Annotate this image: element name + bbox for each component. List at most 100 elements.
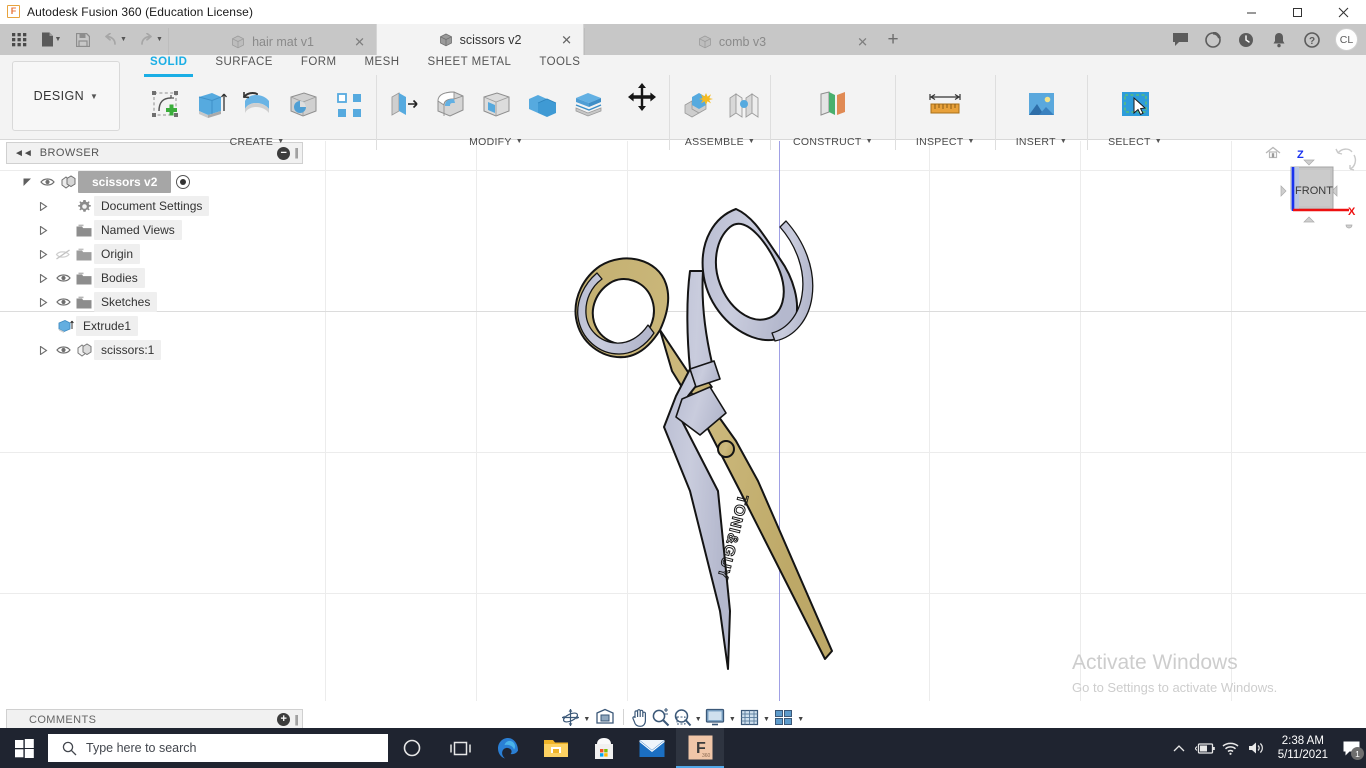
measure-icon[interactable] bbox=[925, 85, 965, 125]
tree-node-named-views[interactable]: Named Views bbox=[18, 218, 303, 242]
collapse-left-icon[interactable]: ◄◄ bbox=[14, 148, 32, 159]
combine-icon[interactable] bbox=[522, 85, 562, 125]
tab-mesh[interactable]: MESH bbox=[351, 55, 414, 75]
zoom-icon[interactable] bbox=[650, 705, 671, 729]
view-cube[interactable]: FRONT Z X bbox=[1260, 143, 1358, 239]
ribbon-group-label-insert[interactable]: INSERT ▼ bbox=[1016, 133, 1067, 150]
ribbon-group-label-modify[interactable]: MODIFY ▼ bbox=[384, 133, 608, 150]
taskbar-clock[interactable]: 2:38 AM 5/11/2021 bbox=[1270, 734, 1336, 762]
workspace-selector[interactable]: DESIGN ▼ bbox=[12, 61, 120, 131]
look-at-icon[interactable] bbox=[592, 705, 617, 729]
grid-snaps-icon[interactable] bbox=[738, 705, 761, 729]
pan-icon[interactable] bbox=[629, 705, 650, 729]
insert-image-icon[interactable] bbox=[1021, 85, 1061, 125]
show-hidden-icons-chevron[interactable] bbox=[1166, 728, 1192, 768]
create-sketch-icon[interactable] bbox=[145, 85, 185, 125]
revolve-icon[interactable] bbox=[237, 85, 277, 125]
zoom-dropdown-caret[interactable]: ▼ bbox=[693, 705, 704, 729]
ribbon-group-label-select[interactable]: SELECT ▼ bbox=[1108, 133, 1162, 150]
minimize-button[interactable] bbox=[1228, 0, 1274, 24]
file-explorer-icon[interactable] bbox=[532, 728, 580, 768]
new-file-button[interactable]: ▼ bbox=[34, 27, 68, 53]
twisty-right-icon[interactable] bbox=[34, 338, 52, 362]
fusion360-icon[interactable]: F 360 bbox=[676, 728, 724, 768]
select-window-icon[interactable] bbox=[1115, 85, 1155, 125]
display-dropdown-caret[interactable]: ▼ bbox=[727, 705, 738, 729]
new-document-tab-button[interactable]: + bbox=[879, 24, 907, 55]
twisty-down-icon[interactable] bbox=[18, 170, 36, 194]
viewports-icon[interactable] bbox=[772, 705, 795, 729]
tab-surface[interactable]: SURFACE bbox=[201, 55, 286, 75]
user-avatar[interactable]: CL bbox=[1335, 28, 1358, 51]
search-input[interactable]: Type here to search bbox=[48, 734, 388, 762]
tab-form[interactable]: FORM bbox=[287, 55, 351, 75]
orbit-icon[interactable] bbox=[560, 705, 581, 729]
tree-node-scissors-v2[interactable]: scissors v2 bbox=[18, 170, 303, 194]
extrude-icon[interactable] bbox=[191, 85, 231, 125]
plus-circle-icon[interactable]: + bbox=[277, 713, 290, 726]
visibility-eye-icon[interactable] bbox=[52, 338, 74, 362]
cortana-icon[interactable] bbox=[388, 728, 436, 768]
fillet-icon[interactable] bbox=[430, 85, 470, 125]
tab-solid[interactable]: SOLID bbox=[136, 55, 201, 75]
notification-bell-icon[interactable] bbox=[1264, 24, 1294, 55]
tree-node-bodies[interactable]: Bodies bbox=[18, 266, 303, 290]
visibility-hidden-icon[interactable] bbox=[52, 242, 74, 266]
windows-start-icon[interactable] bbox=[0, 728, 48, 768]
twisty-right-icon[interactable] bbox=[34, 266, 52, 290]
mail-icon[interactable] bbox=[628, 728, 676, 768]
battery-charging-icon[interactable] bbox=[1192, 728, 1218, 768]
twisty-right-icon[interactable] bbox=[34, 290, 52, 314]
close-button[interactable] bbox=[1320, 0, 1366, 24]
job-status-icon[interactable] bbox=[1198, 24, 1228, 55]
history-icon[interactable] bbox=[1231, 24, 1261, 55]
tab-tools[interactable]: TOOLS bbox=[525, 55, 594, 75]
twisty-right-icon[interactable] bbox=[34, 194, 52, 218]
document-tab-hair-mat[interactable]: hair mat v1 ✕ bbox=[168, 28, 376, 55]
activate-component-radio[interactable] bbox=[176, 175, 190, 189]
grip-icon[interactable]: ||| bbox=[294, 714, 297, 726]
scissors-model[interactable]: TONI&GUY bbox=[540, 191, 870, 681]
twisty-right-icon[interactable] bbox=[34, 218, 52, 242]
shell-icon[interactable] bbox=[476, 85, 516, 125]
redo-button[interactable]: ▼ bbox=[134, 27, 168, 53]
comments-panel-header[interactable]: COMMENTS + ||| bbox=[6, 709, 303, 730]
ribbon-group-label-assemble[interactable]: ASSEMBLE ▼ bbox=[677, 133, 763, 150]
tree-node-origin[interactable]: Origin bbox=[18, 242, 303, 266]
tree-node-extrude1[interactable]: Extrude1 bbox=[18, 314, 303, 338]
comment-icon[interactable] bbox=[1165, 24, 1195, 55]
tree-node-document-settings[interactable]: Document Settings bbox=[18, 194, 303, 218]
tree-node-sketches[interactable]: Sketches bbox=[18, 290, 303, 314]
twisty-right-icon[interactable] bbox=[34, 242, 52, 266]
chevron-down-icon[interactable]: ▼ bbox=[156, 36, 163, 43]
offset-face-icon[interactable] bbox=[568, 85, 608, 125]
visibility-eye-icon[interactable] bbox=[52, 290, 74, 314]
microsoft-store-icon[interactable] bbox=[580, 728, 628, 768]
document-tab-comb[interactable]: comb v3 ✕ bbox=[584, 28, 879, 55]
task-view-icon[interactable] bbox=[436, 728, 484, 768]
pattern-icon[interactable] bbox=[329, 85, 369, 125]
ribbon-group-label-create[interactable]: CREATE ▼ bbox=[145, 133, 369, 150]
maximize-button[interactable] bbox=[1274, 0, 1320, 24]
document-tab-scissors[interactable]: scissors v2 ✕ bbox=[376, 24, 584, 55]
action-center-icon[interactable]: 1 bbox=[1336, 728, 1366, 768]
visibility-eye-icon[interactable] bbox=[36, 170, 58, 194]
sphere-icon[interactable] bbox=[283, 85, 323, 125]
help-icon[interactable]: ? bbox=[1297, 24, 1327, 55]
viewports-dropdown-caret[interactable]: ▼ bbox=[795, 705, 806, 729]
volume-icon[interactable] bbox=[1244, 728, 1270, 768]
move-copy-icon[interactable] bbox=[622, 77, 662, 117]
construction-plane-icon[interactable] bbox=[813, 85, 853, 125]
edge-browser-icon[interactable] bbox=[484, 728, 532, 768]
close-tab-icon[interactable]: ✕ bbox=[354, 35, 365, 48]
press-pull-icon[interactable] bbox=[384, 85, 424, 125]
ribbon-group-label-construct[interactable]: CONSTRUCT ▼ bbox=[793, 133, 873, 150]
tree-node-scissors-1[interactable]: scissors:1 bbox=[18, 338, 303, 362]
chevron-down-icon[interactable]: ▼ bbox=[120, 36, 127, 43]
new-component-icon[interactable] bbox=[677, 85, 717, 125]
tab-sheet-metal[interactable]: SHEET METAL bbox=[414, 55, 526, 75]
visibility-eye-icon[interactable] bbox=[52, 266, 74, 290]
chevron-down-icon[interactable]: ▼ bbox=[55, 36, 62, 43]
orbit-dropdown-caret[interactable]: ▼ bbox=[581, 705, 592, 729]
close-tab-icon[interactable]: ✕ bbox=[857, 35, 868, 48]
